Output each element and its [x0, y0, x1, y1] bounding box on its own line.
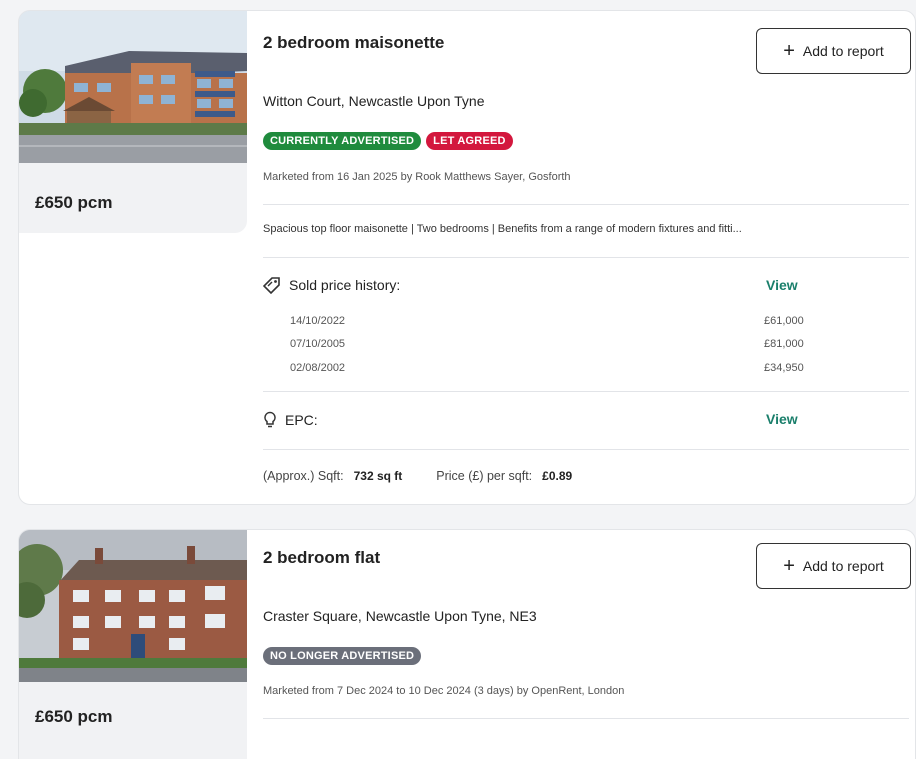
sqft-row: (Approx.) Sqft: 732 sq ft Price (£) per … — [263, 469, 572, 483]
add-to-report-label: Add to report — [802, 43, 884, 59]
epc-text: EPC: — [285, 412, 318, 428]
status-badge-let-agreed: LET AGREED — [426, 132, 513, 150]
marketed-info: Marketed from 7 Dec 2024 to 10 Dec 2024 … — [263, 685, 625, 697]
listing-price: £650 pcm — [35, 193, 113, 212]
listing-address: Craster Square, Newcastle Upon Tyne, NE3 — [263, 608, 537, 624]
add-to-report-button[interactable]: + Add to report — [756, 543, 911, 589]
history-date: 02/08/2002 — [290, 362, 346, 374]
status-badges: NO LONGER ADVERTISED — [263, 647, 422, 665]
listing-address: Witton Court, Newcastle Upon Tyne — [263, 93, 485, 109]
marketed-info: Marketed from 16 Jan 2025 by Rook Matthe… — [263, 171, 571, 183]
property-photo[interactable] — [19, 11, 247, 163]
divider — [263, 204, 909, 205]
listing-media: £650 pcm — [19, 11, 247, 233]
listing-media: £650 pcm — [19, 530, 247, 759]
plus-icon: + — [783, 40, 795, 62]
price-per-sqft-label: Price (£) per sqft: — [436, 469, 533, 483]
listing-description: Spacious top floor maisonette | Two bedr… — [263, 223, 742, 235]
history-date: 14/10/2022 — [290, 315, 346, 327]
sqft-value: 732 sq ft — [353, 469, 403, 483]
property-photo[interactable] — [19, 530, 247, 682]
listing-card: £650 pcm 2 bedroom maisonette + Add to r… — [18, 10, 916, 505]
sold-history-text: Sold price history: — [289, 277, 401, 293]
divider — [263, 449, 909, 450]
sqft-label: (Approx.) Sqft: — [263, 469, 344, 483]
status-badges: CURRENTLY ADVERTISED LET AGREED — [263, 132, 513, 150]
status-badge-advertised: CURRENTLY ADVERTISED — [263, 132, 422, 150]
divider — [263, 718, 909, 719]
sold-history-view-link[interactable]: View — [766, 277, 798, 293]
history-price: £81,000 — [764, 338, 804, 350]
history-price: £34,950 — [764, 362, 804, 374]
listing-details: 2 bedroom flat + Add to report Craster S… — [263, 530, 915, 759]
epc-view-link[interactable]: View — [766, 411, 798, 427]
history-date: 07/10/2005 — [290, 338, 346, 350]
price-per-sqft-value: £0.89 — [542, 469, 573, 483]
divider — [263, 257, 909, 258]
listing-price: £650 pcm — [35, 707, 113, 726]
add-to-report-label: Add to report — [802, 558, 884, 574]
listing-card: £650 pcm 2 bedroom flat + Add to report … — [18, 529, 916, 759]
sold-history-label: Sold price history: — [263, 276, 400, 294]
listing-details: 2 bedroom maisonette + Add to report Wit… — [263, 11, 915, 504]
lightbulb-icon — [263, 411, 277, 429]
tag-icon — [263, 276, 281, 294]
listing-title[interactable]: 2 bedroom flat — [263, 548, 380, 568]
status-badge-no-longer-advertised: NO LONGER ADVERTISED — [263, 647, 422, 665]
plus-icon: + — [783, 555, 795, 577]
history-price: £61,000 — [764, 315, 804, 327]
epc-label: EPC: — [263, 411, 318, 429]
add-to-report-button[interactable]: + Add to report — [756, 28, 911, 74]
listing-title[interactable]: 2 bedroom maisonette — [263, 33, 444, 53]
divider — [263, 391, 909, 392]
